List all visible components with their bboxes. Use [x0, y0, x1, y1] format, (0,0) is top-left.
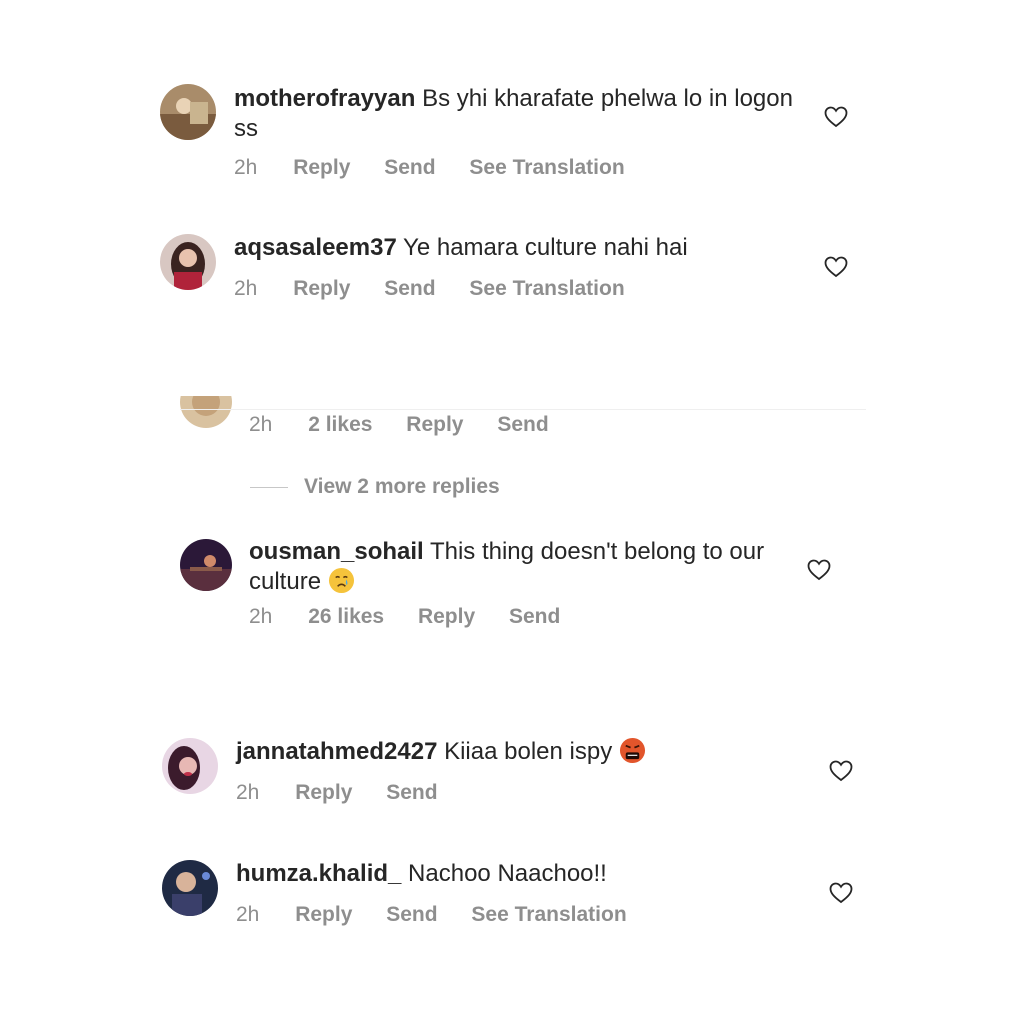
face-with-symbols-on-mouth-icon [619, 737, 645, 764]
comment-body: Nachoo Naachoo!! [408, 860, 607, 887]
see-translation-button[interactable]: See Translation [469, 156, 624, 179]
comment-meta: 2h Reply Send See Translation [236, 903, 655, 927]
avatar[interactable] [162, 860, 218, 916]
heart-icon[interactable] [807, 559, 831, 581]
comment-body: Ye hamara culture nahi hai [403, 234, 688, 261]
username[interactable]: ousman_sohail [249, 538, 424, 565]
timestamp: 2h [236, 781, 260, 804]
timestamp: 2h [234, 156, 258, 179]
timestamp: 2h [249, 605, 273, 628]
username[interactable]: motherofrayyan [234, 85, 415, 112]
send-button[interactable]: Send [386, 903, 437, 926]
comment-meta: 2h Reply Send [236, 781, 466, 805]
heart-icon[interactable] [824, 106, 848, 128]
avatar[interactable] [180, 396, 232, 428]
comment-meta: 2h 2 likes Reply Send [249, 413, 577, 437]
see-translation-button[interactable]: See Translation [471, 903, 626, 926]
comment-body: Kiiaa bolen ispy [444, 738, 613, 765]
comment-meta: 2h Reply Send See Translation [234, 156, 653, 180]
reply-button[interactable]: Reply [418, 605, 475, 628]
reply-button[interactable]: Reply [295, 903, 352, 926]
username[interactable]: aqsasaleem37 [234, 234, 397, 261]
divider [180, 409, 866, 410]
username[interactable]: humza.khalid_ [236, 860, 401, 887]
comment-text: jannatahmed2427 Kiiaa bolen ispy [236, 737, 796, 767]
timestamp: 2h [236, 903, 260, 926]
username[interactable]: jannatahmed2427 [236, 738, 437, 765]
likes-count[interactable]: 26 likes [308, 605, 384, 628]
avatar[interactable] [180, 539, 232, 591]
avatar[interactable] [162, 738, 218, 794]
reply-button[interactable]: Reply [295, 781, 352, 804]
heart-icon[interactable] [824, 256, 848, 278]
reply-button[interactable]: Reply [293, 277, 350, 300]
view-more-line [250, 487, 288, 488]
send-button[interactable]: Send [386, 781, 437, 804]
send-button[interactable]: Send [384, 277, 435, 300]
likes-count[interactable]: 2 likes [308, 413, 372, 436]
comment-text: ousman_sohail This thing doesn't belong … [249, 537, 769, 597]
timestamp: 2h [249, 413, 273, 436]
reply-button[interactable]: Reply [293, 156, 350, 179]
view-more-replies-button[interactable]: View 2 more replies [304, 475, 500, 499]
comment-text: motherofrayyan Bs yhi kharafate phelwa l… [234, 84, 794, 144]
avatar[interactable] [160, 84, 216, 140]
avatar[interactable] [160, 234, 216, 290]
send-button[interactable]: Send [497, 413, 548, 436]
send-button[interactable]: Send [509, 605, 560, 628]
comment-meta: 2h 26 likes Reply Send [249, 605, 588, 629]
send-button[interactable]: Send [384, 156, 435, 179]
comment-text: humza.khalid_ Nachoo Naachoo!! [236, 859, 796, 889]
reply-button[interactable]: Reply [406, 413, 463, 436]
comment-meta: 2h Reply Send See Translation [234, 277, 653, 301]
timestamp: 2h [234, 277, 258, 300]
heart-icon[interactable] [829, 760, 853, 782]
see-translation-button[interactable]: See Translation [469, 277, 624, 300]
crying-face-icon [328, 567, 354, 594]
heart-icon[interactable] [829, 882, 853, 904]
comment-text: aqsasaleem37 Ye hamara culture nahi hai [234, 233, 794, 263]
